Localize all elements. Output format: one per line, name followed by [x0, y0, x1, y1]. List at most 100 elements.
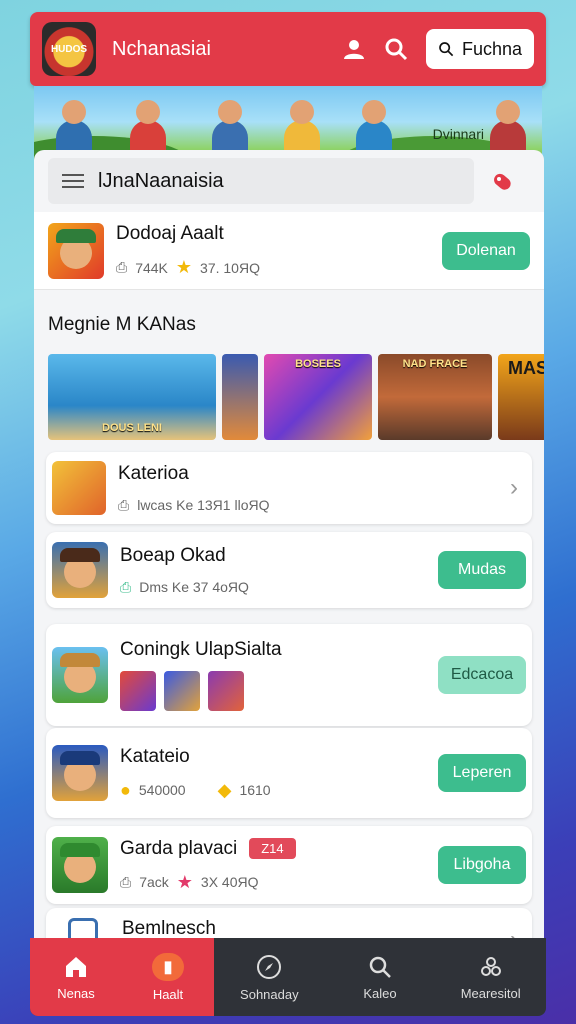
featured-app-downloads: 744K: [135, 259, 168, 276]
list-item-info: Katerioa ⎙ lwcas Ke 13Я1 lloЯQ: [118, 463, 502, 514]
star-icon: ★: [176, 871, 193, 892]
list-item-button[interactable]: Mudas: [438, 551, 526, 589]
list-item-meta-b: 3X 40ЯQ: [200, 874, 259, 890]
list-item-title-text: Garda plavaci: [120, 837, 238, 859]
list-item-info: Katateio ● 540000 ◆ 1610: [120, 746, 438, 801]
list-item-title: Boeap Okad: [120, 544, 226, 566]
carousel-tile[interactable]: [222, 354, 258, 440]
featured-app-rating: 37. 10ЯQ: [200, 259, 260, 276]
list-item-info: Boeap Okad ⎙ Dms Ke 37 4oЯQ: [120, 545, 438, 596]
featured-app-meta: ⎙ 744K ★ 37. 10ЯQ: [116, 257, 442, 278]
download-icon: ⎙: [120, 578, 132, 595]
list-item-meta-a: 7ack: [139, 874, 169, 890]
list-item-info: Coningk UlapSialta: [120, 639, 438, 711]
list-item-button[interactable]: Leperen: [438, 754, 526, 792]
home-icon: [66, 956, 86, 977]
featured-app-thumbnail: [48, 222, 104, 279]
carousel-tile-label: NAD FRACE: [402, 358, 468, 370]
puzzle-icon: [480, 956, 501, 976]
screenshot-thumbnail[interactable]: [120, 671, 156, 711]
carousel-tile[interactable]: DOUS LENI: [48, 354, 216, 440]
app-frame: HUDOS Nchanasiai Fuchna Dvinnari lJnaNaa…: [30, 12, 546, 1022]
nav-item-search[interactable]: Kaleo: [325, 938, 436, 1016]
carousel-tile[interactable]: BOSEES: [264, 354, 372, 440]
menu-icon[interactable]: [62, 174, 84, 188]
nav-item-app[interactable]: ▮ Haalt: [122, 938, 214, 1016]
game-controller-icon[interactable]: [486, 164, 520, 198]
list-item-info: Bemlnesch: [122, 918, 502, 940]
list-item-thumbnail: [52, 837, 108, 893]
download-icon: ⎙: [116, 259, 128, 275]
list-item[interactable]: Garda plavaci Z14 ⎙ 7ack ★ 3X 40ЯQ Libgoh…: [46, 826, 532, 904]
search-input-value: lJnaNaanaisia: [98, 169, 224, 192]
list-item-thumbnail: [52, 542, 108, 598]
nav-label: Haalt: [152, 986, 184, 1002]
list-item-meta-text: Dms Ke 37 4oЯQ: [139, 579, 249, 595]
section-title: Megnie M KANas: [48, 314, 196, 335]
list-item-screenshots: [120, 671, 438, 711]
screenshot-thumbnail[interactable]: [164, 671, 200, 711]
list-item[interactable]: Coningk UlapSialta Edcacoa: [46, 624, 532, 726]
list-item[interactable]: Boeap Okad ⎙ Dms Ke 37 4oЯQ Mudas: [46, 532, 532, 608]
list-item-meta: ⎙ Dms Ke 37 4oЯQ: [120, 579, 438, 596]
featured-app-button[interactable]: Dolenan: [442, 231, 530, 270]
carousel-tile-label: DOUS LENI: [102, 422, 162, 434]
screenshot-thumbnail[interactable]: [208, 671, 244, 711]
app-icon: ▮: [152, 952, 184, 981]
thumbnail-hat: [60, 843, 100, 857]
list-item-title: Katateio: [120, 745, 190, 767]
list-item-thumbnail: [52, 647, 108, 703]
search-input[interactable]: lJnaNaanaisia: [48, 158, 474, 204]
nav-label: Sohnaday: [240, 986, 299, 1002]
bottom-navigation: Nenas ▮ Haalt Sohnaday Kaleo Mearesitol: [30, 938, 546, 1016]
thumbnail-hat: [60, 653, 100, 667]
nav-label: Kaleo: [363, 985, 397, 1001]
app-logo[interactable]: HUDOS: [42, 22, 96, 76]
list-item-meta: ⎙ 7ack ★ 3X 40ЯQ: [120, 872, 438, 893]
search-icon: [439, 42, 454, 57]
nav-item-home[interactable]: Nenas: [30, 938, 122, 1016]
compass-icon: [257, 954, 282, 979]
download-icon: ⎙: [120, 873, 132, 890]
app-title: Nchanasiai: [112, 37, 211, 60]
nav-item-explore[interactable]: Sohnaday: [214, 938, 325, 1016]
list-item-meta-a: 540000: [138, 782, 186, 798]
banner-caption: Dvinnari: [432, 126, 484, 142]
list-item-title: Katerioa: [118, 462, 189, 484]
search-icon[interactable]: [378, 31, 414, 67]
list-item-title: Bemlnesch: [122, 918, 216, 939]
list-item[interactable]: Katateio ● 540000 ◆ 1610 Leperen: [46, 728, 532, 818]
thumbnail-hat: [56, 228, 96, 243]
list-item-meta-text: lwcas Ke 13Я1 lloЯQ: [137, 497, 270, 513]
star-icon: ★: [175, 257, 193, 277]
chevron-right-icon[interactable]: ›: [502, 474, 526, 501]
nav-label: Nenas: [57, 985, 95, 1001]
list-item-thumbnail: [52, 745, 108, 801]
carousel-tile[interactable]: MAS: [498, 354, 544, 440]
nav-label: Mearesitol: [460, 985, 521, 1001]
download-icon: ⎙: [118, 496, 130, 513]
search-button[interactable]: Fuchna: [426, 29, 534, 69]
thumbnail-hat: [60, 548, 100, 562]
status-badge: Z14: [249, 837, 296, 859]
list-item-meta: ⎙ lwcas Ke 13Я1 lloЯQ: [118, 497, 502, 514]
logo-text: HUDOS: [50, 43, 88, 55]
list-item-meta: ● 540000 ◆ 1610: [120, 780, 438, 801]
profile-icon[interactable]: [336, 31, 372, 67]
thumbnail-hat: [60, 751, 100, 765]
top-bar: HUDOS Nchanasiai Fuchna: [30, 12, 546, 86]
game-carousel: DOUS LENI BOSEES NAD FRACE MAS: [48, 354, 544, 440]
coin-icon: ●: [120, 779, 131, 800]
carousel-tile-label: MAS: [508, 358, 544, 378]
list-item-button[interactable]: Libgoha: [438, 846, 526, 884]
featured-app-title: Dodoaj Aaalt: [116, 223, 224, 244]
featured-app-info: Dodoaj Aaalt ⎙ 744K ★ 37. 10ЯQ: [116, 223, 442, 278]
carousel-tile[interactable]: NAD FRACE: [378, 354, 492, 440]
list-item-info: Garda plavaci Z14 ⎙ 7ack ★ 3X 40ЯQ: [120, 838, 438, 893]
list-item[interactable]: Katerioa ⎙ lwcas Ke 13Я1 lloЯQ ›: [46, 452, 532, 524]
list-item-button[interactable]: Edcacoa: [438, 656, 526, 694]
nav-item-more[interactable]: Mearesitol: [435, 938, 546, 1016]
featured-app-row[interactable]: Dodoaj Aaalt ⎙ 744K ★ 37. 10ЯQ Dolenan: [34, 212, 544, 290]
list-item-meta-b: 1610: [239, 782, 271, 798]
main-content: lJnaNaanaisia Dodoaj Aaalt ⎙ 744K ★ 37. …: [34, 150, 544, 950]
